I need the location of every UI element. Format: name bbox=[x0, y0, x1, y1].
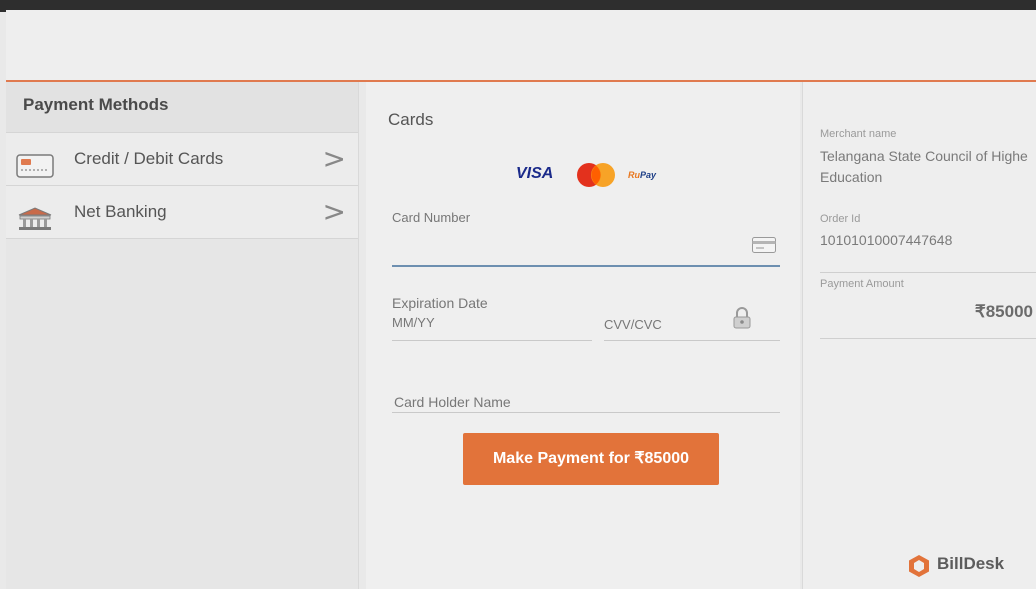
cards-heading: Cards bbox=[388, 110, 434, 129]
make-payment-button[interactable]: Make Payment for ₹85000 bbox=[463, 433, 719, 485]
lock-icon bbox=[732, 307, 752, 329]
payment-amount-label: Payment Amount bbox=[820, 278, 904, 290]
card-holder-underline bbox=[392, 412, 780, 413]
order-summary-panel: Merchant name Telangana State Council of… bbox=[802, 82, 1036, 589]
order-id-value: 10101010007447648 bbox=[820, 232, 953, 248]
cvv-input[interactable]: CVV/CVC bbox=[604, 317, 662, 332]
mastercard-logo bbox=[574, 162, 618, 188]
expiration-date-label: Expiration Date bbox=[392, 295, 488, 311]
merchant-name-line1: Telangana State Council of Highe bbox=[820, 148, 1028, 164]
card-icon bbox=[752, 237, 776, 253]
amount-divider bbox=[820, 338, 1036, 339]
visa-logo: VISA bbox=[516, 165, 554, 182]
page-header bbox=[6, 10, 1036, 82]
method-label-cards: Credit / Debit Cards bbox=[74, 149, 224, 168]
rupay-logo: RuPay bbox=[628, 170, 657, 180]
card-number-field[interactable] bbox=[392, 265, 780, 267]
method-item-net-banking[interactable]: Net Banking > bbox=[6, 186, 358, 239]
billdesk-wordmark: BillDesk bbox=[937, 554, 1005, 573]
payment-methods-panel: Payment Methods Credit / Debit Cards > N… bbox=[6, 82, 359, 589]
card-brands: VISA RuPay bbox=[516, 162, 676, 190]
merchant-name-line2: Education bbox=[820, 169, 883, 185]
chevron-right-icon: > bbox=[322, 142, 346, 175]
payment-methods-title: Payment Methods bbox=[6, 82, 358, 133]
credit-card-icon bbox=[16, 147, 54, 178]
payment-amount-value: ₹85000 bbox=[974, 302, 1033, 321]
expiration-underline bbox=[392, 340, 592, 341]
billdesk-icon bbox=[909, 555, 929, 577]
method-item-credit-debit-cards[interactable]: Credit / Debit Cards > bbox=[6, 133, 358, 186]
summary-divider bbox=[820, 272, 1036, 273]
expiration-date-input[interactable]: MM/YY bbox=[392, 315, 435, 330]
card-form-panel: Cards VISA RuPay Card Number Expiration … bbox=[366, 82, 800, 589]
chevron-right-icon: > bbox=[322, 195, 346, 228]
billdesk-logo: BillDesk bbox=[907, 552, 1036, 578]
order-id-label: Order Id bbox=[820, 213, 861, 225]
bank-icon bbox=[16, 200, 54, 230]
cvv-underline bbox=[604, 340, 780, 341]
method-label-net-banking: Net Banking bbox=[74, 202, 167, 221]
merchant-name-label: Merchant name bbox=[820, 128, 897, 140]
card-holder-name-input[interactable]: Card Holder Name bbox=[394, 394, 511, 410]
card-number-label: Card Number bbox=[392, 210, 471, 225]
